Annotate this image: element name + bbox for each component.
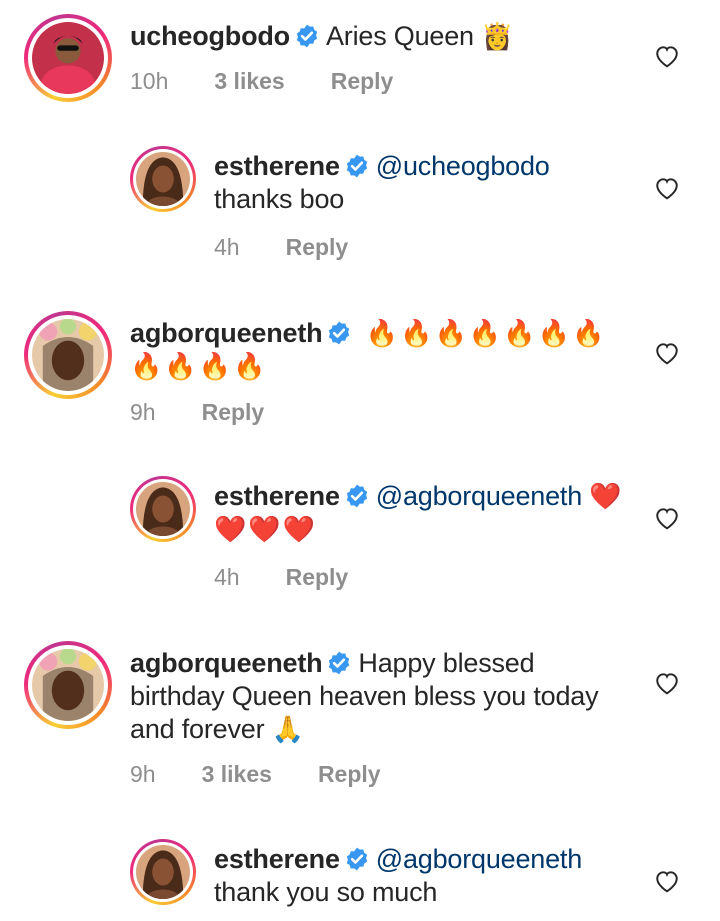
timestamp: 9h — [130, 399, 156, 425]
comment-text: ucheogbodo Aries Queen 👸 — [130, 20, 630, 53]
username[interactable]: estherene — [214, 481, 340, 511]
avatar[interactable] — [24, 641, 112, 729]
verified-badge-icon — [346, 484, 367, 508]
comment-text: estherene @agborqueeneth ❤️❤️❤️❤️ — [214, 480, 634, 546]
timestamp: 4h — [214, 564, 240, 590]
heart-icon[interactable] — [654, 869, 680, 893]
heart-icon[interactable] — [654, 44, 680, 68]
heart-icon[interactable] — [654, 176, 680, 200]
mention-link[interactable]: @agborqueeneth — [376, 844, 582, 874]
comment-body: thank you so much — [214, 877, 438, 907]
timestamp: 4h — [214, 234, 240, 260]
avatar-photo-esther — [136, 482, 190, 536]
reply-button[interactable]: Reply — [318, 761, 381, 787]
mention-link[interactable]: @ucheogbodo — [376, 151, 550, 181]
comment-text: agborqueeneth 🔥🔥🔥🔥🔥🔥🔥 🔥🔥🔥🔥 — [130, 317, 630, 383]
heart-icon[interactable] — [654, 506, 680, 530]
heart-icon[interactable] — [654, 671, 680, 695]
verified-badge-icon — [329, 321, 350, 345]
avatar[interactable] — [130, 839, 196, 905]
username[interactable]: agborqueeneth — [130, 648, 323, 678]
avatar[interactable] — [130, 146, 196, 212]
verified-badge-icon — [329, 651, 350, 675]
reply-button[interactable]: Reply — [202, 399, 265, 425]
avatar-photo-esther — [136, 845, 190, 899]
username[interactable]: ucheogbodo — [130, 21, 290, 51]
avatar-photo-uche — [32, 22, 104, 94]
comment-meta: 4h Reply — [214, 564, 394, 591]
reply-button[interactable]: Reply — [286, 564, 349, 590]
verified-badge-icon — [346, 847, 367, 871]
comment-text: estherene @ucheogbodo thanks boo — [214, 150, 634, 216]
avatar[interactable] — [24, 14, 112, 102]
avatar[interactable] — [24, 311, 112, 399]
comment-meta: 4h Reply — [214, 234, 394, 261]
reply-button[interactable]: Reply — [331, 68, 394, 94]
username[interactable]: estherene — [214, 151, 340, 181]
comment-body: Aries Queen — [325, 21, 474, 51]
pray-emoji: 🙏 — [271, 714, 307, 744]
avatar-photo-esther — [136, 152, 190, 206]
avatar[interactable] — [130, 476, 196, 542]
username[interactable]: estherene — [214, 844, 340, 874]
comment-meta: 10h 3 likes Reply — [130, 68, 439, 95]
likes-count[interactable]: 3 likes — [202, 761, 272, 787]
verified-badge-icon — [296, 24, 318, 48]
comment-body: thanks boo — [214, 184, 345, 214]
username[interactable]: agborqueeneth — [130, 318, 323, 348]
comment-text: estherene @agborqueeneth thank you so much — [214, 843, 634, 909]
timestamp: 10h — [130, 68, 169, 94]
likes-count[interactable]: 3 likes — [214, 68, 284, 94]
mention-link[interactable]: @agborqueeneth — [376, 481, 582, 511]
reply-button[interactable]: Reply — [286, 234, 349, 260]
comment-meta: 9h Reply — [130, 399, 310, 426]
avatar-photo-agbor — [32, 319, 104, 391]
heart-icon[interactable] — [654, 341, 680, 365]
verified-badge-icon — [346, 154, 367, 178]
avatar-photo-agbor — [32, 649, 104, 721]
comment-text: agborqueeneth Happy blessed birthday Quee… — [130, 647, 630, 746]
comment-meta: 9h 3 likes Reply — [130, 761, 427, 788]
queen-emoji: 👸 — [481, 21, 516, 51]
timestamp: 9h — [130, 761, 156, 787]
